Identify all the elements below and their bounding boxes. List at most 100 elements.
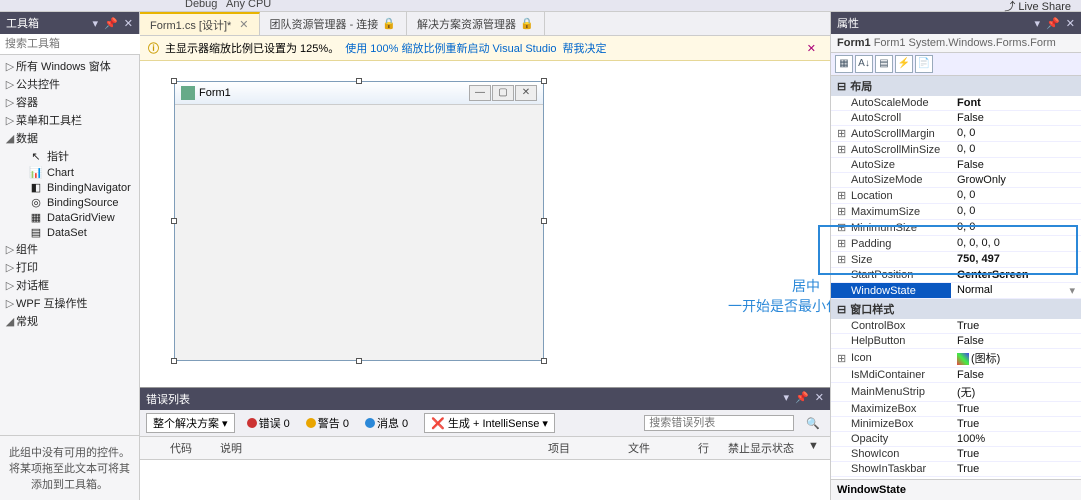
property-row[interactable]: ⊞Location0, 0 [831,188,1081,204]
toolbox-empty-text: 此组中没有可用的控件。将某项拖至此文本可将其添加到工具箱。 [0,435,139,500]
pin-icon[interactable]: 📌 [104,17,118,30]
property-category[interactable]: ⊟ 布局 [831,76,1081,96]
events-icon[interactable]: ⚡ [895,55,913,73]
property-row[interactable]: MinimizeBoxTrue [831,417,1081,432]
property-row[interactable]: Opacity100% [831,432,1081,447]
property-row[interactable]: ⊞AutoScrollMargin0, 0 [831,126,1081,142]
pin-icon[interactable]: 📌 [1046,17,1060,30]
dropdown-icon[interactable]: ▾ [784,391,790,407]
col-project[interactable]: 项目 [544,440,624,456]
form-icon [181,86,195,100]
property-row[interactable]: HelpButtonFalse [831,334,1081,349]
toolbox-category[interactable]: ▷WPF 互操作性 [0,294,139,312]
document-tab[interactable]: 团队资源管理器 - 连接🔒 [260,12,407,35]
close-icon[interactable]: ✕ [815,391,824,407]
dropdown-icon[interactable]: ▾ [1035,17,1041,30]
col-line[interactable]: 行 [694,440,724,456]
property-row[interactable]: ⊞Padding0, 0, 0, 0 [831,236,1081,252]
errors-filter[interactable]: 错误 0 [243,414,294,432]
categorize-icon[interactable]: ▦ [835,55,853,73]
design-form[interactable]: Form1 — ▢ ✕ [174,81,544,361]
document-tabs: Form1.cs [设计]*✕团队资源管理器 - 连接🔒解决方案资源管理器🔒 [140,12,830,36]
property-row[interactable]: StartPositionCenterScreen [831,268,1081,283]
build-dropdown[interactable]: ❌ 生成 + IntelliSense ▾ [424,413,555,433]
toolbox-item[interactable]: ◎BindingSource [0,195,139,210]
property-row[interactable]: MainMenuStrip(无) [831,383,1081,402]
info-text: 主显示器缩放比例已设置为 125%。 [165,40,339,56]
form-title: Form1 [199,87,231,99]
toolbox-category[interactable]: ▷所有 Windows 窗体 [0,57,139,75]
toolbox-item[interactable]: ◧BindingNavigator [0,180,139,195]
toolbox-category[interactable]: ◢常规 [0,312,139,330]
document-tab[interactable]: 解决方案资源管理器🔒 [407,12,545,35]
tab-close-icon[interactable]: ✕ [239,18,248,31]
toolbox-category[interactable]: ◢数据 [0,129,139,147]
col-code[interactable]: 代码 [166,440,216,456]
close-icon[interactable]: ✕ [1066,17,1075,30]
property-row[interactable]: WindowStateNormal ▾ [831,283,1081,299]
property-row[interactable]: ShowInTaskbarTrue [831,462,1081,477]
close-icon[interactable]: ✕ [124,17,133,30]
properties-description: WindowState [831,479,1081,500]
property-row[interactable]: ⊞AutoScrollMinSize0, 0 [831,142,1081,158]
property-row[interactable]: AutoSizeFalse [831,158,1081,173]
pin-icon[interactable]: ▾ [93,17,99,30]
toolbar-top: Debug Any CPU ⤴ Live Share [0,0,1081,12]
toolbox-category[interactable]: ▷打印 [0,258,139,276]
properties-title: 属性 [837,15,859,31]
toolbox-category[interactable]: ▷公共控件 [0,75,139,93]
scope-dropdown[interactable]: 整个解决方案 ▾ [146,413,235,433]
close-icon: ✕ [515,85,537,101]
document-tab[interactable]: Form1.cs [设计]*✕ [140,12,260,35]
property-row[interactable]: ⊞Size750, 497 [831,252,1081,268]
property-row[interactable]: ⊞MinimumSize0, 0 [831,220,1081,236]
alpha-icon[interactable]: A↓ [855,55,873,73]
dpi-info-bar: ⓘ 主显示器缩放比例已设置为 125%。 使用 100% 缩放比例重新启动 Vi… [140,36,830,61]
pages-icon[interactable]: 📄 [915,55,933,73]
annotation-minimize: 一开始是否最小化 [728,296,830,316]
property-row[interactable]: AutoSizeModeGrowOnly [831,173,1081,188]
toolbox-item[interactable]: 📊Chart [0,165,139,180]
toolbox-item[interactable]: ▦DataGridView [0,210,139,225]
live-share[interactable]: ⤴ Live Share [1004,0,1071,14]
property-row[interactable]: MaximizeBoxTrue [831,402,1081,417]
search-icon[interactable]: 🔍 [802,417,824,430]
form-designer[interactable]: Form1 — ▢ ✕ 居中 一开始是否最小化 [140,61,830,387]
col-file[interactable]: 文件 [624,440,694,456]
property-row[interactable]: AutoScrollFalse [831,111,1081,126]
col-suppress[interactable]: 禁止显示状态 [724,440,804,456]
messages-filter[interactable]: 消息 0 [361,414,412,432]
error-list-panel: 错误列表 ▾📌✕ 整个解决方案 ▾ 错误 0 警告 0 消息 0 ❌ 生成 + … [140,387,830,500]
toolbox-item[interactable]: ▤DataSet [0,225,139,240]
toolbox-item[interactable]: ↖指针 [0,147,139,165]
lock-icon: 🔒 [520,17,534,30]
property-row[interactable]: ControlBoxTrue [831,319,1081,334]
annotation-center: 居中 [792,276,820,296]
info-close-button[interactable]: ✕ [801,42,822,55]
property-category[interactable]: ⊟ 窗口样式 [831,299,1081,319]
property-row[interactable]: IsMdiContainerFalse [831,368,1081,383]
toolbox-tree: ▷所有 Windows 窗体▷公共控件▷容器▷菜单和工具栏◢数据↖指针📊Char… [0,55,139,429]
col-desc[interactable]: 说明 [216,440,544,456]
info-restart-link[interactable]: 使用 100% 缩放比例重新启动 Visual Studio [345,40,556,56]
toolbox-category[interactable]: ▷对话框 [0,276,139,294]
errorlist-search-input[interactable] [644,415,794,431]
warnings-filter[interactable]: 警告 0 [302,414,353,432]
pin-icon[interactable]: 📌 [795,391,809,407]
properties-object-selector[interactable]: Form1 Form1 System.Windows.Forms.Form [831,34,1081,53]
property-row[interactable]: ShowIconTrue [831,447,1081,462]
property-row[interactable]: ⊞MaximumSize0, 0 [831,204,1081,220]
toolbox-search: 🔍 × [0,34,139,55]
toolbox-category[interactable]: ▷菜单和工具栏 [0,111,139,129]
maximize-icon: ▢ [492,85,514,101]
toolbox-header: 工具箱 ▾📌✕ [0,12,139,34]
toolbox-category[interactable]: ▷容器 [0,93,139,111]
property-row[interactable]: ⊞Icon(图标) [831,349,1081,368]
property-row[interactable]: AutoScaleModeFont [831,96,1081,111]
props-icon[interactable]: ▤ [875,55,893,73]
lock-icon: 🔒 [382,17,396,30]
info-help-link[interactable]: 帮我决定 [563,40,607,56]
toolbox-search-input[interactable] [0,34,152,54]
toolbox-category[interactable]: ▷组件 [0,240,139,258]
filter-icon[interactable]: ▼ [804,440,824,456]
